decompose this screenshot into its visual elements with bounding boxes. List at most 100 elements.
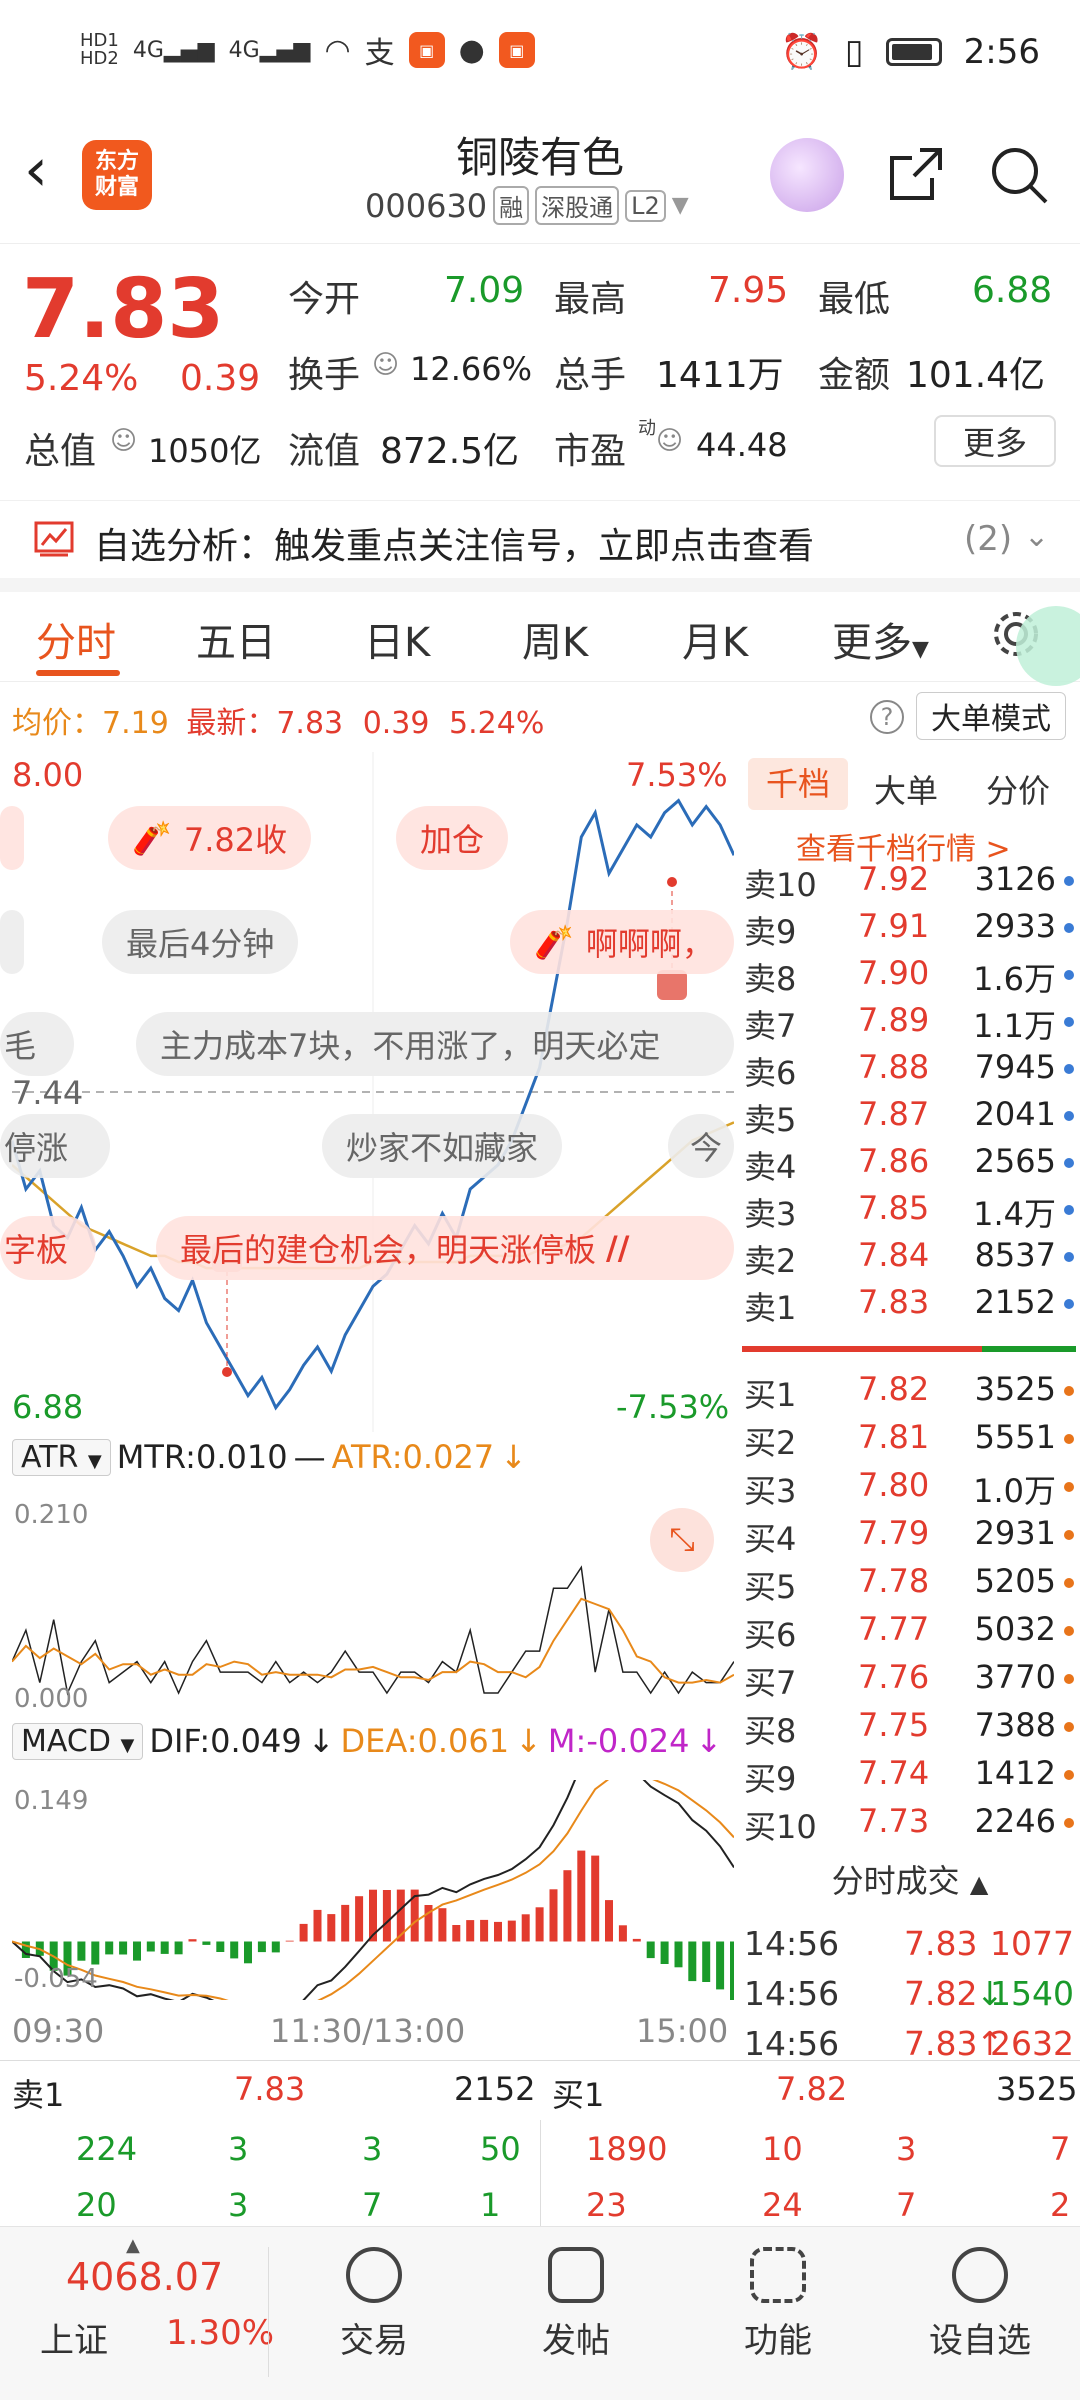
comment-bubble[interactable]: 🧨 7.82收 — [108, 806, 312, 870]
buy-row[interactable]: 买1 7.82 3525 — [740, 1370, 1080, 1418]
comment-bubble[interactable]: 加仓 — [396, 806, 509, 870]
macd-bar — [313, 1909, 322, 1942]
buy-row[interactable]: 买6 7.77 5032 — [740, 1610, 1080, 1658]
sell-dot-icon — [1064, 1205, 1074, 1215]
macd-bar — [730, 1941, 734, 2000]
buy-level-label: 买8 — [744, 1712, 797, 1750]
index-value[interactable]: 4068.07 — [66, 2255, 223, 2299]
sell-row[interactable]: 卖2 7.84 8537 — [740, 1236, 1080, 1284]
nav-trade[interactable]: 交易 — [314, 2247, 434, 2362]
clock: 2:56 — [963, 32, 1040, 72]
sell-row[interactable]: 卖8 7.90 1.6万 — [740, 954, 1080, 1002]
comment-bubble[interactable]: 毛 — [0, 1012, 74, 1076]
amount-value: 101.4亿 — [906, 355, 1046, 396]
comment-bubble[interactable]: 主力成本7块，不用涨了，明天必定 — [136, 1012, 734, 1076]
robot-assistant-icon[interactable] — [770, 138, 844, 212]
prev-close-label: 7.44 — [12, 1074, 84, 1112]
nav-functions[interactable]: 功能 — [718, 2247, 838, 2362]
buy-volume: 1.0万 — [973, 1472, 1056, 1510]
more-button[interactable]: 更多 — [934, 415, 1056, 467]
comment-bubble[interactable] — [0, 806, 24, 870]
buy-price: 7.78 — [858, 1562, 930, 1600]
tab-five-day[interactable]: 五日 — [196, 610, 276, 668]
tab-big-order[interactable]: 大单 — [874, 766, 938, 812]
comment-bubble[interactable]: 炒家不如藏家 — [322, 1114, 563, 1178]
stock-code-row[interactable]: 000630 融 深股通 L2 ▼ — [365, 186, 689, 225]
sell-price: 7.88 — [858, 1048, 930, 1086]
macd-chart[interactable] — [12, 1780, 734, 2000]
tab-price-split[interactable]: 分价 — [986, 766, 1050, 812]
sell-row[interactable]: 卖3 7.85 1.4万 — [740, 1189, 1080, 1237]
marker-dot — [667, 877, 677, 887]
sell-row[interactable]: 卖1 7.83 2152 — [740, 1283, 1080, 1331]
tab-more-label: 更多 — [832, 620, 912, 666]
help-icon[interactable]: ? — [870, 700, 904, 734]
tab-more[interactable]: 更多▼ — [832, 610, 929, 668]
atr-header: ATR ▼ MTR:0.010— ATR:0.027 ↓ — [12, 1438, 527, 1476]
info-icon[interactable]: ☺ — [110, 426, 137, 456]
macd-bar — [466, 1920, 475, 1942]
indicator-select[interactable]: MACD ▼ — [12, 1722, 144, 1760]
nav-add-watchlist[interactable]: 设自选 — [920, 2247, 1040, 2362]
indicator-select[interactable]: ATR ▼ — [12, 1438, 111, 1476]
atr-chart[interactable] — [12, 1494, 734, 1714]
macd-bar — [702, 1941, 711, 1982]
floating-chat-icon[interactable] — [1016, 606, 1080, 686]
tab-weekly-k[interactable]: 周K — [522, 610, 588, 668]
comment-bubble[interactable]: 今 — [668, 1114, 734, 1178]
big-order-mode-button[interactable]: 大单模式 — [916, 692, 1066, 740]
search-icon[interactable] — [988, 144, 1050, 206]
pct-axis-top: 7.53% — [626, 756, 728, 794]
macd-bar — [77, 1941, 86, 1961]
info-icon[interactable]: ☺ — [372, 350, 399, 380]
macd-axis-top: 0.149 — [14, 1786, 89, 1816]
buy-row[interactable]: 买9 7.74 1412 — [740, 1754, 1080, 1802]
change-amount: 0.39 — [180, 358, 261, 399]
sell-depth-cell: 7 — [362, 2186, 383, 2224]
edit-icon — [548, 2247, 604, 2303]
volume-value: 1411万 — [656, 355, 784, 396]
analysis-banner[interactable]: 自选分析：触发重点关注信号，立即点击查看 (2) ⌄ — [0, 500, 1080, 580]
tab-monthly-k[interactable]: 月K — [682, 610, 748, 668]
comment-bubble[interactable] — [0, 910, 24, 974]
ticks-header[interactable]: 分时成交 ▲ — [740, 1856, 1080, 1902]
sell-depth-cell: 3 — [228, 2186, 249, 2224]
nav-functions-label: 功能 — [744, 2321, 812, 2361]
tick-row: 14:56 7.82 ↓ 1540 — [744, 1974, 1080, 2013]
sell-row[interactable]: 卖10 7.92 3126 — [740, 860, 1080, 908]
sell-row[interactable]: 卖5 7.87 2041 — [740, 1095, 1080, 1143]
tab-intraday[interactable]: 分时 — [36, 610, 116, 668]
mktcap-label: 总值 — [24, 431, 97, 472]
sell-row[interactable]: 卖9 7.91 2933 — [740, 907, 1080, 955]
buy-marker-icon[interactable] — [657, 970, 687, 1000]
comment-bubble[interactable]: 停涨 — [0, 1114, 110, 1178]
sell-row[interactable]: 卖4 7.86 2565 — [740, 1142, 1080, 1190]
comment-bubble[interactable]: 🧨 啊啊啊， — [510, 910, 734, 974]
comment-bubble[interactable]: 最后4分钟 — [102, 910, 299, 974]
low-label: 最低 — [818, 279, 891, 320]
buy-row[interactable]: 买5 7.78 5205 — [740, 1562, 1080, 1610]
info-icon[interactable]: ☺ — [656, 426, 683, 456]
buy-row[interactable]: 买10 7.73 2246 — [740, 1802, 1080, 1850]
vibrate-icon: ▯ — [844, 32, 864, 72]
latest-value: 7.83 — [276, 706, 344, 741]
sell-row[interactable]: 卖6 7.88 7945 — [740, 1048, 1080, 1096]
tab-daily-k[interactable]: 日K — [364, 610, 430, 668]
buy-row[interactable]: 买7 7.76 3770 — [740, 1658, 1080, 1706]
macd-bar — [591, 1855, 600, 1942]
sell-depth-cell: 1 — [480, 2186, 501, 2224]
comment-bubble[interactable]: 最后的建仓机会，明天涨停板// — [156, 1216, 734, 1280]
expand-icon[interactable]: ⤡ — [650, 1508, 714, 1572]
buy-dot-icon — [1064, 1530, 1074, 1540]
buy-row[interactable]: 买2 7.81 5551 — [740, 1418, 1080, 1466]
4g-signal-icon: 4G▂▄▆ — [132, 37, 215, 63]
comment-bubble[interactable]: 字板 — [0, 1216, 96, 1280]
share-icon[interactable] — [886, 144, 946, 204]
tab-thousand-level[interactable]: 千档 — [748, 758, 848, 810]
buy-row[interactable]: 买8 7.75 7388 — [740, 1706, 1080, 1754]
buy-row[interactable]: 买3 7.80 1.0万 — [740, 1466, 1080, 1514]
nav-post[interactable]: 发帖 — [516, 2247, 636, 2362]
analysis-count: (2) — [964, 519, 1013, 559]
sell-row[interactable]: 卖7 7.89 1.1万 — [740, 1001, 1080, 1049]
buy-row[interactable]: 买4 7.79 2931 — [740, 1514, 1080, 1562]
